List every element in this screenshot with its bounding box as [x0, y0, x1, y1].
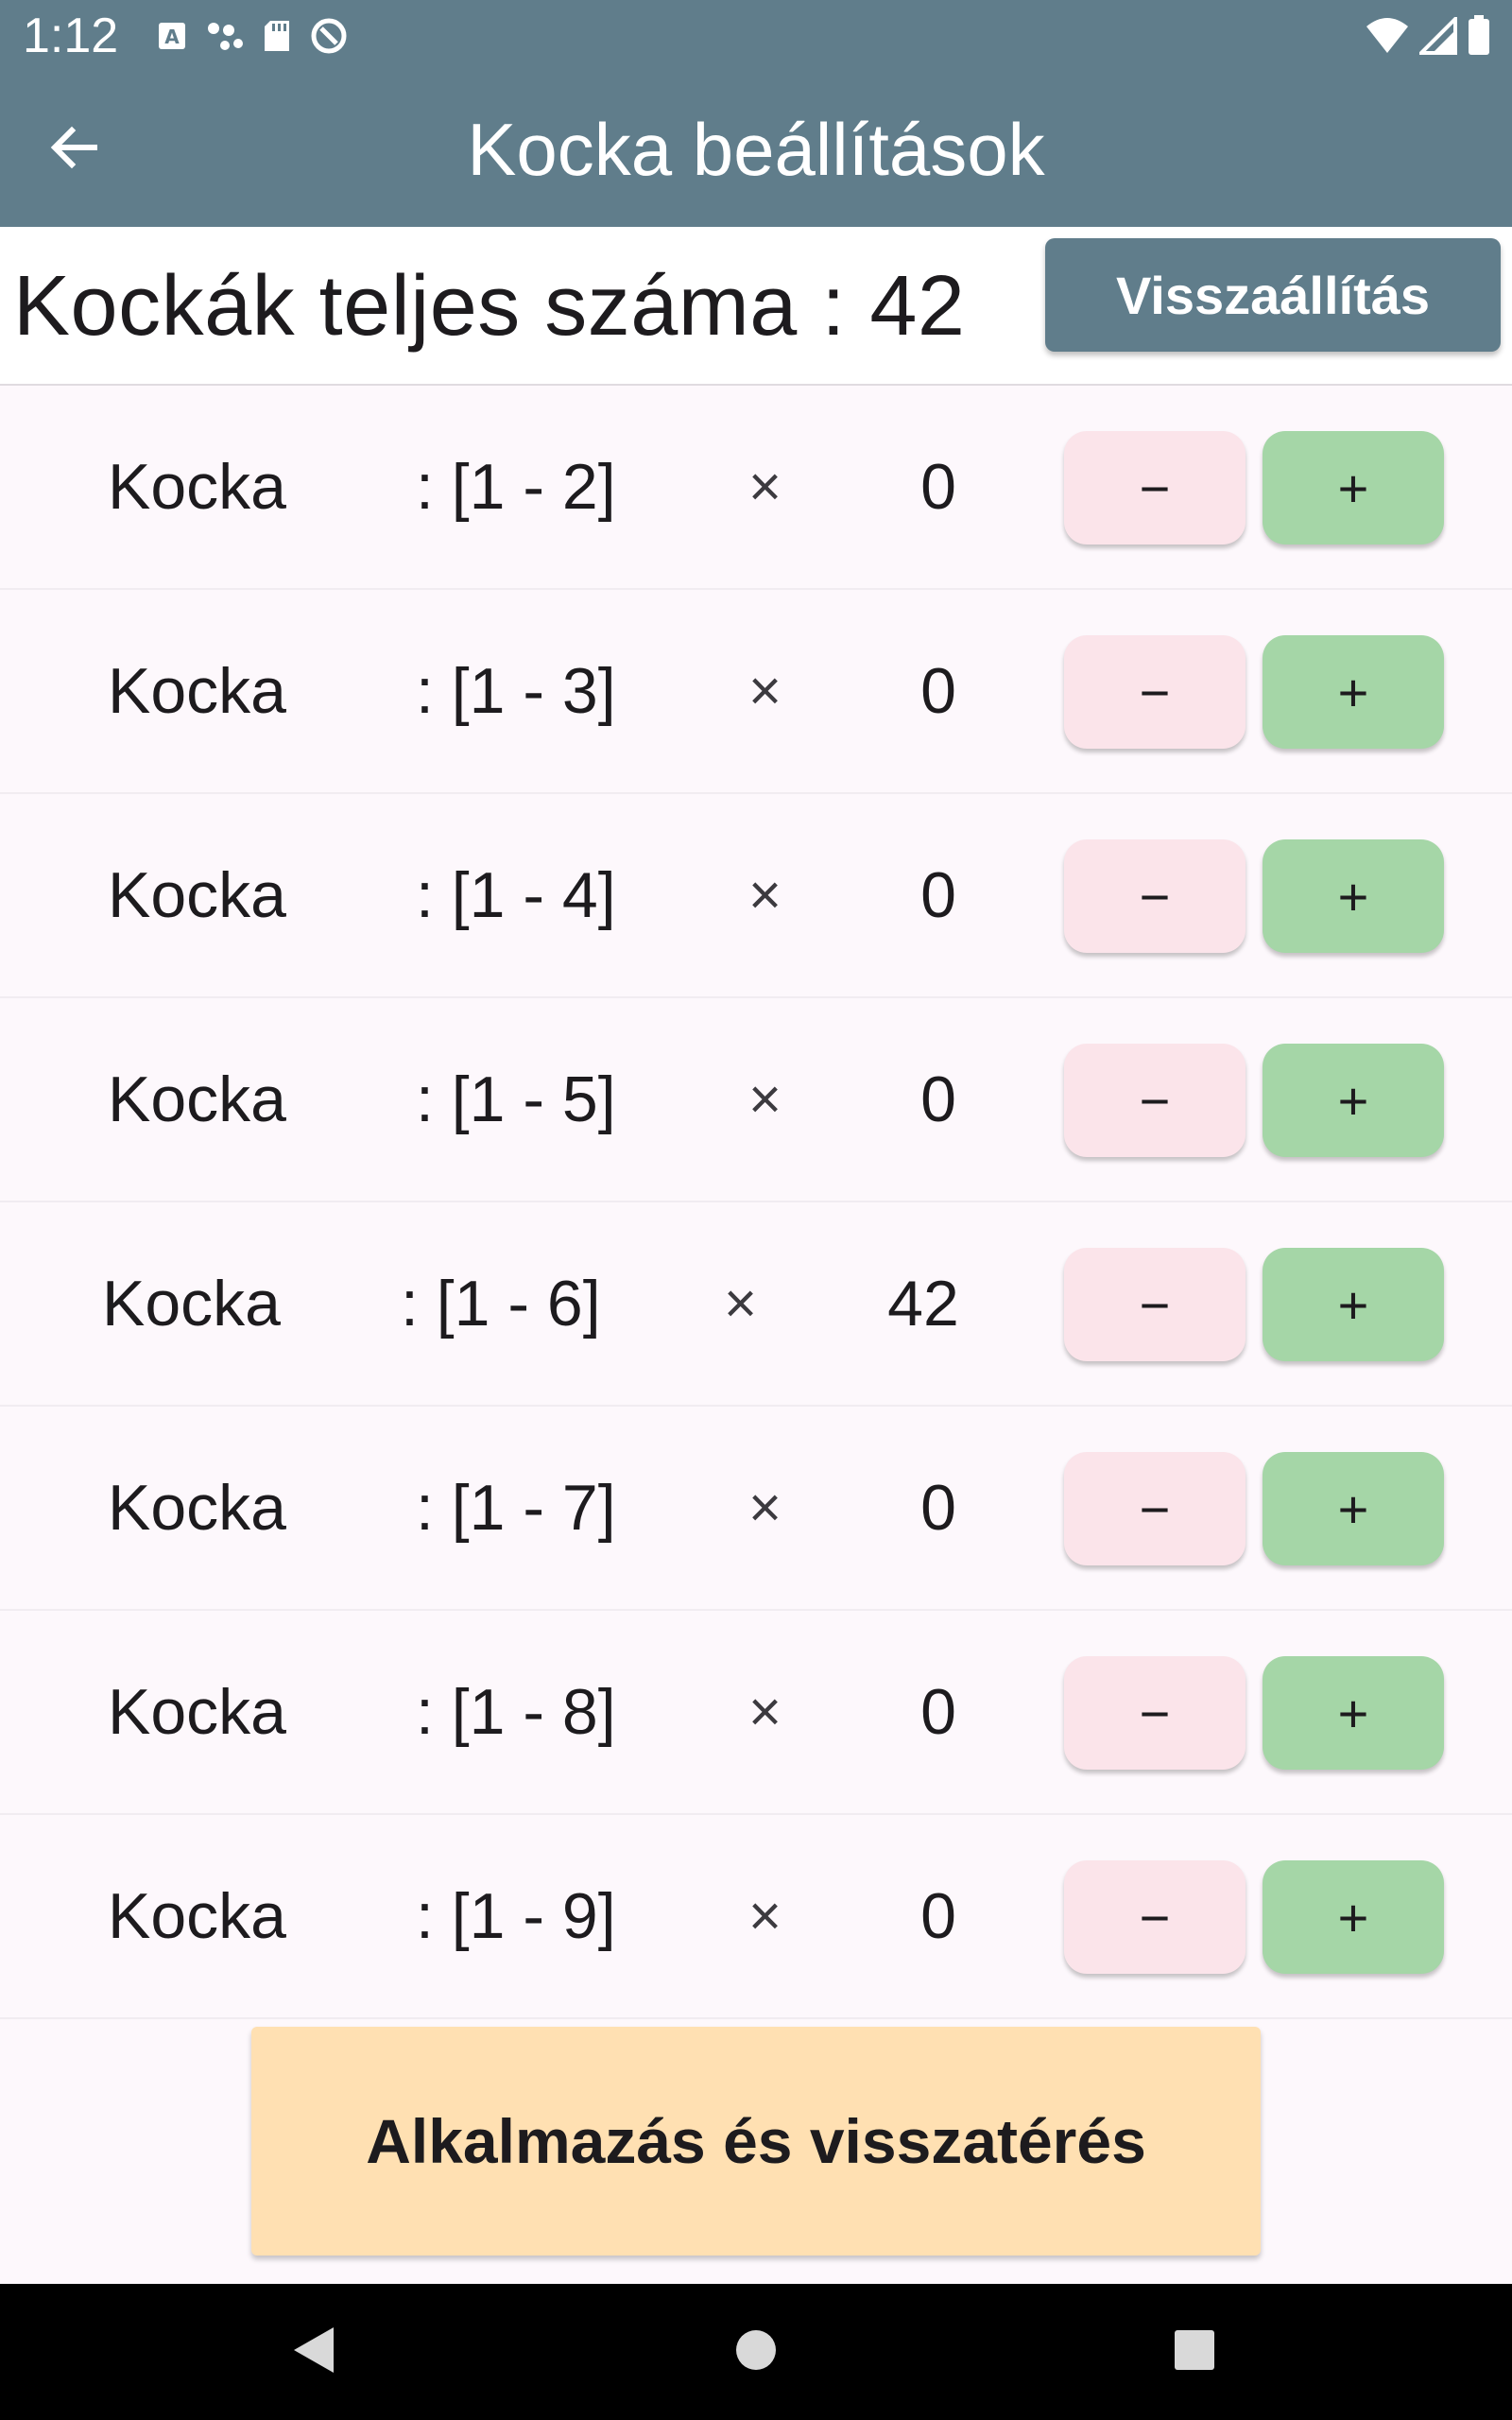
dice-name: Kocka	[108, 451, 286, 523]
dice-count: 0	[920, 1676, 956, 1748]
nav-home-icon	[733, 2327, 779, 2377]
dice-row: Kocka : [1 - 9] × 0 − +	[0, 1815, 1512, 2019]
increment-button[interactable]: +	[1263, 1860, 1444, 1974]
nav-recents-button[interactable]	[1155, 2312, 1234, 2392]
times-sign: ×	[748, 1884, 782, 1947]
dice-name: Kocka	[108, 1880, 286, 1952]
times-sign: ×	[748, 455, 782, 518]
decrement-button[interactable]: −	[1064, 1044, 1246, 1157]
dice-range: : [1 - 8]	[416, 1676, 616, 1748]
total-dice-count-label: Kockák teljes száma : 42	[13, 259, 966, 354]
dice-row: Kocka : [1 - 3] × 0 − +	[0, 590, 1512, 794]
navigation-bar	[0, 2284, 1512, 2420]
increment-button[interactable]: +	[1263, 635, 1444, 749]
dice-range: : [1 - 2]	[416, 451, 616, 523]
battery-icon	[1467, 15, 1491, 57]
app-bar: Kocka beállítások	[0, 72, 1512, 227]
times-sign: ×	[748, 1680, 782, 1743]
status-system-icons	[1365, 13, 1491, 59]
signal-icon	[1419, 17, 1457, 55]
dice-count: 0	[920, 1472, 956, 1544]
increment-button[interactable]: +	[1263, 431, 1444, 544]
dice-range: : [1 - 9]	[416, 1880, 616, 1952]
times-sign: ×	[748, 1476, 782, 1539]
dice-name: Kocka	[102, 1268, 281, 1340]
nav-back-button[interactable]	[274, 2312, 353, 2392]
times-sign: ×	[724, 1271, 758, 1335]
times-sign: ×	[748, 1067, 782, 1131]
dice-count: 0	[920, 1880, 956, 1952]
nav-recents-icon	[1172, 2327, 1217, 2377]
status-notification-icons: A	[157, 15, 348, 57]
dice-row: Kocka : [1 - 4] × 0 − +	[0, 794, 1512, 998]
decrement-button[interactable]: −	[1064, 1860, 1246, 1974]
dice-count: 42	[887, 1268, 959, 1340]
dice-count: 0	[920, 1063, 956, 1135]
dice-list: Kocka : [1 - 2] × 0 − + Kocka : [1 - 3] …	[0, 386, 1512, 2019]
dice-name: Kocka	[108, 859, 286, 931]
dice-range: : [1 - 3]	[416, 655, 616, 727]
dice-row: Kocka : [1 - 2] × 0 − +	[0, 386, 1512, 590]
status-time: 1:12	[23, 9, 119, 63]
sync-blocked-icon	[310, 17, 348, 55]
increment-button[interactable]: +	[1263, 1044, 1444, 1157]
dice-range: : [1 - 7]	[416, 1472, 616, 1544]
decrement-button[interactable]: −	[1064, 635, 1246, 749]
dice-range: : [1 - 5]	[416, 1063, 616, 1135]
dice-name: Kocka	[108, 655, 286, 727]
apply-and-return-button[interactable]: Alkalmazás és visszatérés	[251, 2027, 1261, 2256]
increment-button[interactable]: +	[1263, 1248, 1444, 1361]
dice-count: 0	[920, 451, 956, 523]
times-sign: ×	[748, 659, 782, 722]
dice-name: Kocka	[108, 1472, 286, 1544]
dice-range: : [1 - 4]	[416, 859, 616, 931]
decrement-button[interactable]: −	[1064, 1452, 1246, 1565]
increment-button[interactable]: +	[1263, 839, 1444, 953]
page-title: Kocka beállítások	[467, 108, 1045, 191]
dice-name: Kocka	[108, 1063, 286, 1135]
increment-button[interactable]: +	[1263, 1656, 1444, 1770]
dice-range: : [1 - 6]	[401, 1268, 601, 1340]
dice-row: Kocka : [1 - 6] × 42 − +	[0, 1202, 1512, 1407]
nav-home-button[interactable]	[716, 2312, 796, 2392]
times-sign: ×	[748, 863, 782, 926]
sd-card-icon	[263, 19, 291, 53]
dice-row: Kocka : [1 - 8] × 0 − +	[0, 1611, 1512, 1815]
status-bar: 1:12 A	[0, 0, 1512, 72]
dice-row: Kocka : [1 - 7] × 0 − +	[0, 1407, 1512, 1611]
decrement-button[interactable]: −	[1064, 431, 1246, 544]
wifi-icon	[1365, 17, 1410, 55]
total-header: Kockák teljes száma : 42 Visszaállítás	[0, 227, 1512, 386]
dice-row: Kocka : [1 - 5] × 0 − +	[0, 998, 1512, 1202]
increment-button[interactable]: +	[1263, 1452, 1444, 1565]
dice-count: 0	[920, 859, 956, 931]
decrement-button[interactable]: −	[1064, 1248, 1246, 1361]
reset-button[interactable]: Visszaállítás	[1045, 238, 1501, 352]
keyboard-a-icon: A	[157, 21, 187, 51]
svg-text:A: A	[164, 26, 180, 48]
decrement-button[interactable]: −	[1064, 839, 1246, 953]
decrement-button[interactable]: −	[1064, 1656, 1246, 1770]
dots-icon	[206, 21, 244, 51]
dice-name: Kocka	[108, 1676, 286, 1748]
nav-back-icon	[290, 2324, 337, 2381]
dice-count: 0	[920, 655, 956, 727]
